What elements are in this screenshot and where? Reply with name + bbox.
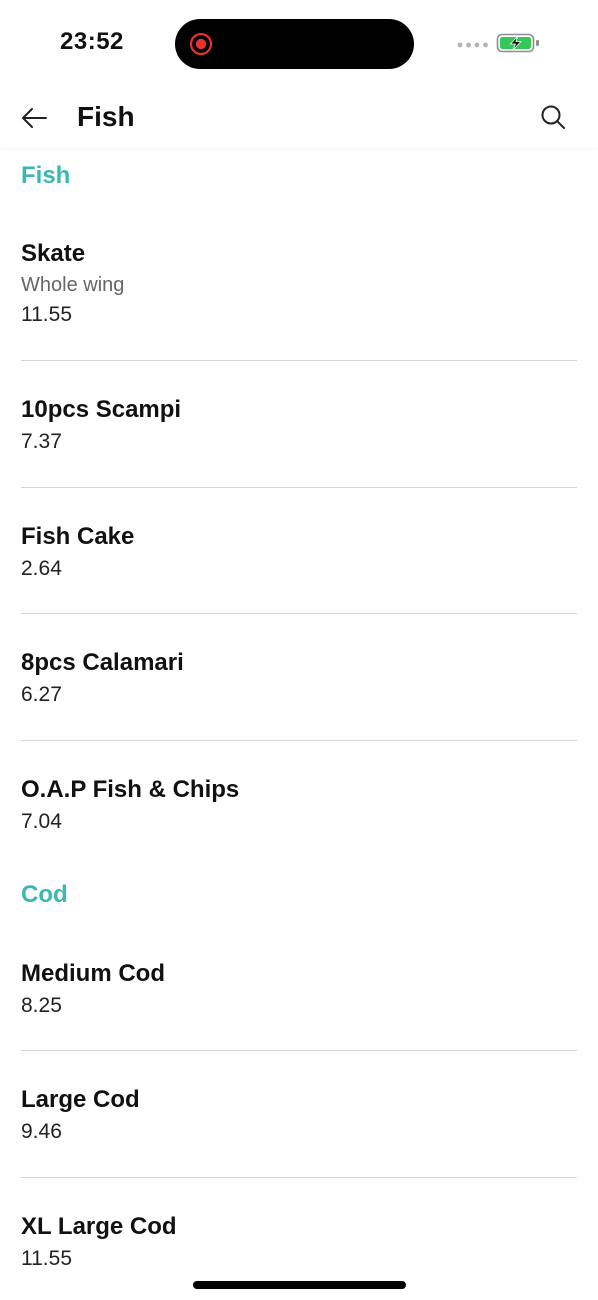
item-price: 9.46 bbox=[21, 1120, 62, 1143]
status-time: 23:52 bbox=[60, 28, 124, 55]
section-header-cod: Cod bbox=[21, 881, 68, 908]
item-price: 8.25 bbox=[21, 994, 62, 1017]
item-price: 2.64 bbox=[21, 557, 62, 580]
search-button[interactable] bbox=[532, 96, 574, 138]
menu-item-fish-cake[interactable]: Fish Cake 2.64 bbox=[21, 522, 577, 582]
item-name: XL Large Cod bbox=[21, 1213, 177, 1240]
home-indicator[interactable] bbox=[193, 1281, 406, 1289]
item-price: 11.55 bbox=[21, 1247, 72, 1270]
menu-item-8pcs-calamari[interactable]: 8pcs Calamari 6.27 bbox=[21, 648, 577, 708]
item-name: 8pcs Calamari bbox=[21, 649, 184, 676]
dynamic-island bbox=[175, 19, 414, 69]
menu-item-medium-cod[interactable]: Medium Cod 8.25 bbox=[21, 959, 577, 1019]
item-price: 6.27 bbox=[21, 683, 62, 706]
app-bar: Fish bbox=[0, 88, 598, 148]
battery-charging-icon bbox=[496, 33, 539, 53]
item-name: 10pcs Scampi bbox=[21, 396, 182, 423]
item-price: 7.37 bbox=[21, 430, 62, 453]
menu-item-skate[interactable]: Skate Whole wing 11.55 bbox=[21, 239, 577, 328]
item-name: Medium Cod bbox=[21, 960, 165, 987]
item-name: O.A.P Fish & Chips bbox=[21, 776, 240, 803]
arrow-left-icon bbox=[22, 108, 47, 128]
menu-item-oap-fish-chips[interactable]: O.A.P Fish & Chips 7.04 bbox=[21, 775, 577, 835]
divider bbox=[21, 487, 577, 488]
search-icon bbox=[541, 105, 565, 129]
item-name: Fish Cake bbox=[21, 523, 135, 550]
menu-item-large-cod[interactable]: Large Cod 9.46 bbox=[21, 1085, 577, 1145]
divider bbox=[21, 613, 577, 614]
item-name: Large Cod bbox=[21, 1086, 140, 1113]
status-bar: 23:52 bbox=[0, 0, 598, 88]
signal-icon bbox=[457, 42, 488, 48]
divider bbox=[21, 1050, 577, 1051]
page-title: Fish bbox=[77, 101, 135, 132]
back-button[interactable] bbox=[14, 98, 54, 138]
divider bbox=[21, 1177, 577, 1178]
screen-recording-icon bbox=[189, 32, 213, 56]
item-description: Whole wing bbox=[21, 274, 125, 296]
item-name: Skate bbox=[21, 240, 86, 267]
section-header-fish: Fish bbox=[21, 162, 71, 189]
menu-item-10pcs-scampi[interactable]: 10pcs Scampi 7.37 bbox=[21, 395, 577, 455]
menu-item-xl-large-cod[interactable]: XL Large Cod 11.55 bbox=[21, 1212, 577, 1272]
divider bbox=[21, 740, 577, 741]
item-price: 11.55 bbox=[21, 303, 72, 326]
divider bbox=[21, 360, 577, 361]
item-price: 7.04 bbox=[21, 810, 62, 833]
